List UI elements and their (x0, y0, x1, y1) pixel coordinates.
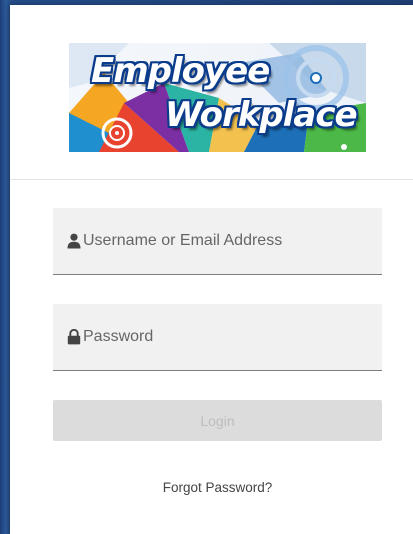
employee-workplace-logo: Employee Workplace (69, 43, 366, 152)
password-input[interactable] (83, 324, 373, 350)
username-input[interactable] (83, 228, 373, 254)
forgot-password-link[interactable]: Forgot Password? (53, 480, 382, 495)
username-field[interactable] (53, 208, 382, 275)
login-card: Employee Workplace Login Forgot Password… (10, 5, 413, 534)
password-field[interactable] (53, 304, 382, 371)
lock-icon (67, 328, 81, 345)
user-icon (67, 233, 81, 249)
card-header: Employee Workplace (10, 5, 413, 180)
logo-text-employee: Employee (91, 51, 270, 91)
login-button[interactable]: Login (53, 400, 382, 441)
logo-text-workplace: Workplace (165, 95, 358, 135)
